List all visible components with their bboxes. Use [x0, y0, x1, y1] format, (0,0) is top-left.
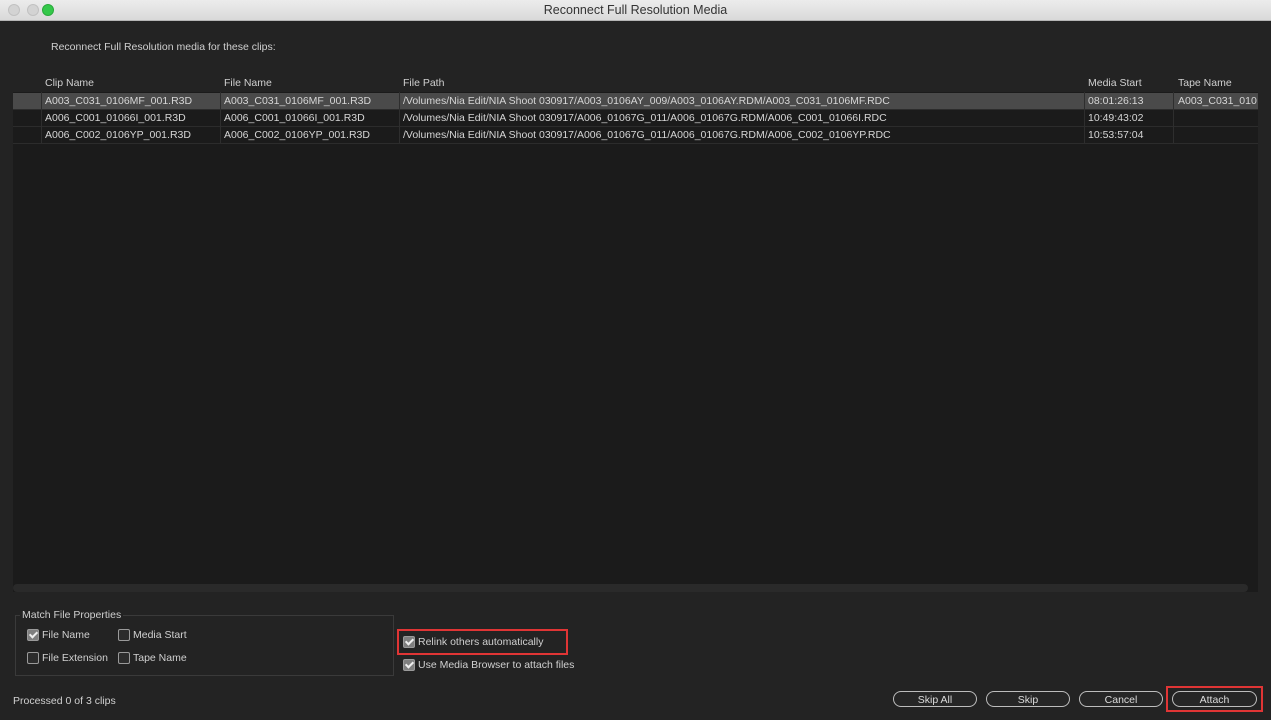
table-row[interactable]: A003_C031_0106MF_001.R3D A003_C031_0106M… [13, 93, 1258, 110]
column-header-file-name[interactable]: File Name [224, 77, 272, 89]
match-file-properties-title: Match File Properties [20, 609, 124, 621]
cell-file-path: /Volumes/Nia Edit/NIA Shoot 030917/A006_… [403, 112, 887, 124]
relink-others-checkbox[interactable]: Relink others automatically [403, 636, 543, 648]
column-divider [399, 92, 400, 143]
file-extension-checkbox[interactable]: File Extension [27, 652, 108, 664]
cell-clip-name: A006_C002_0106YP_001.R3D [45, 129, 191, 141]
table-header: Clip Name File Name File Path Media Star… [13, 75, 1258, 92]
column-divider [220, 92, 221, 143]
checkbox-unchecked-icon [118, 629, 130, 641]
column-header-tape-name[interactable]: Tape Name [1178, 77, 1232, 89]
cell-tape-name: A003_C031_010 [1178, 95, 1257, 107]
use-media-browser-checkbox[interactable]: Use Media Browser to attach files [403, 659, 574, 671]
cell-file-path: /Volumes/Nia Edit/NIA Shoot 030917/A003_… [403, 95, 890, 107]
window-title: Reconnect Full Resolution Media [543, 3, 728, 17]
column-header-clip-name[interactable]: Clip Name [45, 77, 94, 89]
column-header-media-start[interactable]: Media Start [1088, 77, 1142, 89]
skip-all-button[interactable]: Skip All [893, 691, 977, 707]
match-file-properties-group: Match File Properties File Name Media St… [15, 609, 394, 676]
checkbox-checked-icon [403, 659, 415, 671]
checkbox-unchecked-icon [27, 652, 39, 664]
attach-button[interactable]: Attach [1172, 691, 1257, 707]
status-text: Processed 0 of 3 clips [13, 695, 116, 707]
cell-clip-name: A006_C001_01066I_001.R3D [45, 112, 186, 124]
column-header-file-path[interactable]: File Path [403, 77, 444, 89]
cell-file-path: /Volumes/Nia Edit/NIA Shoot 030917/A006_… [403, 129, 891, 141]
media-start-checkbox[interactable]: Media Start [118, 629, 187, 641]
title-bar: Reconnect Full Resolution Media [0, 0, 1271, 21]
cell-file-name: A006_C001_01066I_001.R3D [224, 112, 365, 124]
cell-file-name: A006_C002_0106YP_001.R3D [224, 129, 370, 141]
column-divider [1173, 92, 1174, 143]
cell-media-start: 10:53:57:04 [1088, 129, 1144, 141]
column-divider [1084, 92, 1085, 143]
cancel-button[interactable]: Cancel [1079, 691, 1163, 707]
cell-clip-name: A003_C031_0106MF_001.R3D [45, 95, 193, 107]
clips-table[interactable]: Clip Name File Name File Path Media Star… [13, 75, 1258, 592]
intro-text: Reconnect Full Resolution media for thes… [51, 41, 276, 53]
skip-button[interactable]: Skip [986, 691, 1070, 707]
checkbox-checked-icon [27, 629, 39, 641]
horizontal-scrollbar[interactable] [13, 584, 1248, 592]
cell-tape-name [1178, 112, 1258, 126]
column-divider [41, 92, 42, 143]
cell-tape-name [1178, 129, 1258, 143]
checkbox-checked-icon [403, 636, 415, 648]
cell-file-name: A003_C031_0106MF_001.R3D [224, 95, 372, 107]
checkbox-unchecked-icon [118, 652, 130, 664]
tape-name-checkbox[interactable]: Tape Name [118, 652, 187, 664]
cell-media-start: 10:49:43:02 [1088, 112, 1144, 124]
table-row[interactable]: A006_C001_01066I_001.R3D A006_C001_01066… [13, 110, 1258, 127]
file-name-checkbox[interactable]: File Name [27, 629, 90, 641]
cell-media-start: 08:01:26:13 [1088, 95, 1144, 107]
table-row[interactable]: A006_C002_0106YP_001.R3D A006_C002_0106Y… [13, 127, 1258, 144]
